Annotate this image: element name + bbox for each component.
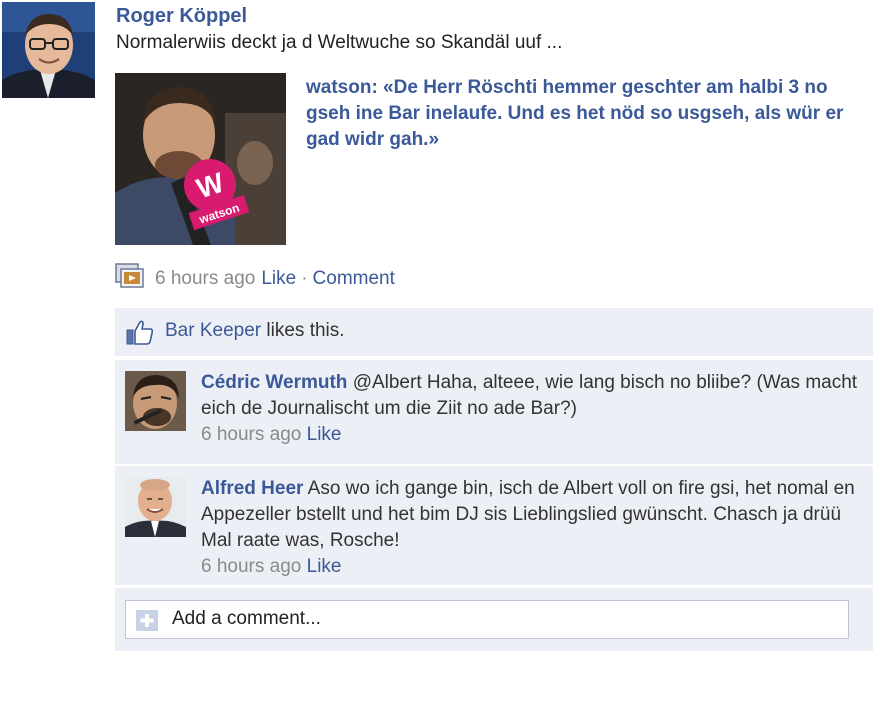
post-timestamp[interactable]: 6 hours ago [155,268,255,290]
likes-suffix: likes this. [266,320,345,341]
comment-timestamp[interactable]: 6 hours ago [201,556,301,577]
comment-item: Alfred Heer Aso wo ich gange bin, isch d… [115,466,873,585]
comment-author[interactable]: Cédric Wermuth [201,372,347,393]
plus-icon [136,610,158,631]
comment-link[interactable]: Comment [313,268,395,290]
poster-avatar[interactable] [2,2,95,98]
post-meta-row: 6 hours ago Like · Comment [115,263,395,295]
shared-link-title[interactable]: watson: «De Herr Röschti hemmer geschter… [306,75,868,153]
poster-name[interactable]: Roger Köppel [116,5,247,28]
comment-timestamp[interactable]: 6 hours ago [201,424,301,445]
comment-like-link[interactable]: Like [307,424,342,445]
post-text: Normalerwiis deckt ja d Weltwuche so Ska… [116,32,563,53]
likes-summary: Bar Keeper likes this. [115,308,873,356]
comment-like-link[interactable]: Like [307,556,342,577]
meta-separator: · [301,268,308,289]
comment-author[interactable]: Alfred Heer [201,478,303,499]
video-icon [115,263,145,295]
comment-item: Cédric Wermuth @Albert Haha, alteee, wie… [115,360,873,464]
add-comment-input[interactable]: Add a comment... [125,600,849,639]
commenter-avatar[interactable] [125,477,186,537]
like-link[interactable]: Like [261,268,296,290]
add-comment-section: Add a comment... [115,588,873,651]
thumbs-up-icon [126,319,154,350]
liker-name[interactable]: Bar Keeper [165,320,261,341]
add-comment-placeholder: Add a comment... [172,608,321,629]
shared-video-thumbnail[interactable]: W watson [115,73,286,245]
commenter-avatar[interactable] [125,371,186,431]
